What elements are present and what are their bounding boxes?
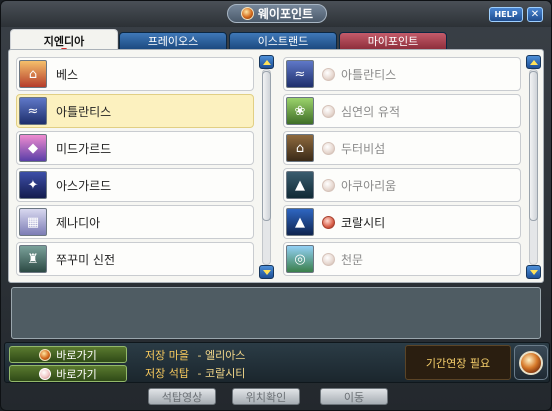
region-item-temple[interactable]: ♜ 쭈꾸미 신전 (16, 242, 254, 276)
waypoint-label: 천문 (341, 252, 364, 267)
saved-stone-line: 저장 석탑 - 코랄시티 (145, 365, 245, 381)
waypoint-stone-icon (322, 67, 335, 81)
region-label: 미드가르드 (56, 141, 112, 156)
waypoint-list-panel: ⌂ 베스 ≈ 아틀란티스 ◆ 미드가르드 ✦ 아스가르드 ▦ 제나디아 ♜ 쭈꾸… (8, 49, 544, 283)
tab-eastland[interactable]: 이스트랜드 (229, 32, 337, 50)
waypoint-label: 두터비섬 (341, 141, 386, 156)
saved-town-line: 저장 마을 - 엘리아스 (145, 347, 245, 363)
tab-label: 이스트랜드 (257, 35, 309, 48)
shortcut-button-town[interactable]: 바로가기 (9, 346, 127, 363)
waypoint-stone-icon (322, 252, 335, 266)
waypoint-stone-icon (322, 141, 335, 155)
waypoint-label: 아쿠아리움 (341, 178, 397, 193)
window-title: 웨이포인트 (257, 7, 314, 21)
region-item-asgard[interactable]: ✦ 아스가르드 (16, 168, 254, 202)
locate-button[interactable]: 위치확인 (232, 388, 300, 405)
arrow-down-icon (529, 269, 538, 275)
description-box (11, 287, 541, 339)
waypoint-item-coral-city[interactable]: ▲ 코랄시티 (283, 205, 521, 239)
scroll-down-button[interactable] (259, 265, 274, 279)
waypoint-label: 아틀란티스 (341, 67, 397, 82)
asgard-icon: ✦ (19, 171, 47, 199)
arrow-up-icon (529, 59, 538, 65)
waypoint-stone-active-icon (322, 215, 335, 229)
waypoint-label: 코랄시티 (341, 215, 386, 230)
region-list-scrollbar[interactable] (259, 55, 274, 279)
atlantis-icon: ≈ (286, 60, 314, 88)
midgard-icon: ◆ (19, 134, 47, 162)
scroll-down-button[interactable] (526, 265, 541, 279)
waypoint-orb-icon (240, 7, 254, 20)
arrow-down-icon (262, 269, 271, 275)
saved-town-value: - 엘리아스 (197, 349, 246, 362)
saved-town-label: 저장 마을 (145, 349, 189, 362)
waypoint-item-island[interactable]: ⌂ 두터비섬 (283, 131, 521, 165)
scroll-up-button[interactable] (526, 55, 541, 69)
title-bar[interactable]: 웨이포인트 HELP ✕ (1, 1, 551, 27)
zenadia-icon: ▦ (19, 208, 47, 236)
extend-period-notice[interactable]: 기간연장 필요 (405, 345, 511, 380)
island-icon: ⌂ (286, 134, 314, 162)
temple-icon: ♜ (19, 245, 47, 273)
waypoint-item-abyss-ruins[interactable]: ❀ 심연의 유적 (283, 94, 521, 128)
waypoint-orb-icon (39, 348, 52, 361)
waypoint-window: 웨이포인트 HELP ✕ 지엔디아 프레이오스 이스트랜드 마이포인트 ⌂ 베스… (0, 0, 552, 411)
warp-orb-icon (519, 350, 543, 375)
waypoint-item-aquarium[interactable]: ▲ 아쿠아리움 (283, 168, 521, 202)
scroll-thumb[interactable] (529, 71, 538, 221)
waypoint-stone-icon (322, 178, 335, 192)
tab-label: 지엔디아 (43, 34, 85, 48)
tab-label: 프레이오스 (147, 35, 199, 48)
ruins-icon: ❀ (286, 97, 314, 125)
region-label: 베스 (56, 67, 79, 82)
waypoint-label: 심연의 유적 (341, 104, 401, 119)
region-item-zenadia[interactable]: ▦ 제나디아 (16, 205, 254, 239)
shortcut-button-stone[interactable]: 바로가기 (9, 365, 127, 382)
town-icon: ⌂ (19, 60, 47, 88)
waypoint-stone-icon (322, 104, 335, 118)
region-item-beth[interactable]: ⌂ 베스 (16, 57, 254, 91)
saved-stone-label: 저장 석탑 (145, 367, 189, 380)
scroll-up-button[interactable] (259, 55, 274, 69)
stone-video-button[interactable]: 석탑영상 (148, 388, 216, 405)
shortcut-label: 바로가기 (56, 348, 97, 362)
tab-zendia[interactable]: 지엔디아 (10, 29, 118, 52)
region-label: 제나디아 (56, 215, 101, 230)
warp-orb-button[interactable] (514, 345, 548, 380)
close-button[interactable]: ✕ (527, 7, 543, 22)
coral-city-icon: ▲ (286, 208, 314, 236)
shortcut-label: 바로가기 (56, 367, 97, 381)
arrow-up-icon (262, 59, 271, 65)
tab-my-point[interactable]: 마이포인트 (339, 32, 447, 50)
region-label: 아틀란티스 (56, 104, 112, 119)
waypoint-list-scrollbar[interactable] (526, 55, 541, 279)
title-pill: 웨이포인트 (227, 4, 327, 23)
region-item-midgard[interactable]: ◆ 미드가르드 (16, 131, 254, 165)
atlantis-icon: ≈ (19, 97, 47, 125)
region-label: 아스가르드 (56, 178, 112, 193)
tab-freyos[interactable]: 프레이오스 (119, 32, 227, 50)
waypoint-item-atlantis[interactable]: ≈ 아틀란티스 (283, 57, 521, 91)
observatory-icon: ◎ (286, 245, 314, 273)
waypoint-stone-icon (39, 367, 52, 380)
saved-stone-value: - 코랄시티 (197, 367, 246, 380)
waypoint-item-observatory[interactable]: ◎ 천문 (283, 242, 521, 276)
aquarium-icon: ▲ (286, 171, 314, 199)
bottom-status-bar: 바로가기 바로가기 저장 마을 - 엘리아스 저장 석탑 - 코랄시티 기간연장… (4, 342, 550, 383)
scroll-thumb[interactable] (262, 71, 271, 221)
region-item-atlantis[interactable]: ≈ 아틀란티스 (16, 94, 254, 128)
help-button[interactable]: HELP (489, 7, 523, 22)
move-button[interactable]: 이동 (320, 388, 388, 405)
tab-label: 마이포인트 (367, 35, 419, 48)
region-label: 쭈꾸미 신전 (56, 252, 116, 267)
